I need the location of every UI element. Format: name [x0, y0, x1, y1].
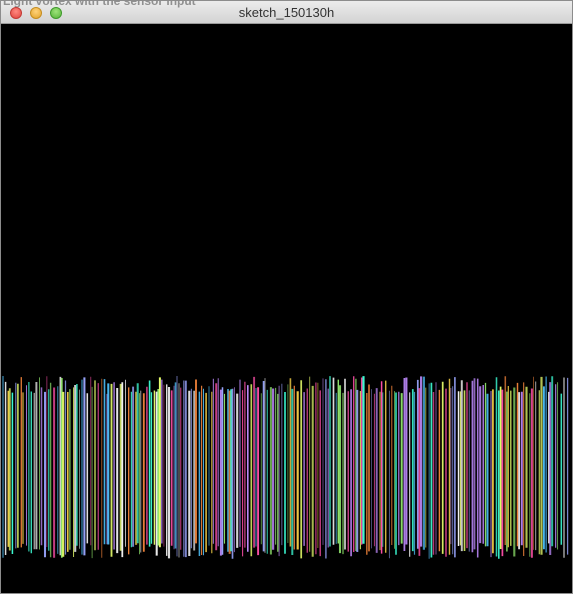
line-visualization: [2, 376, 569, 559]
app-window: Light vortex with the sensor input sketc…: [0, 0, 573, 594]
window-title: sketch_150130h: [238, 5, 335, 20]
sketch-canvas[interactable]: [2, 24, 571, 593]
title-bar[interactable]: Light vortex with the sensor input sketc…: [1, 1, 572, 24]
